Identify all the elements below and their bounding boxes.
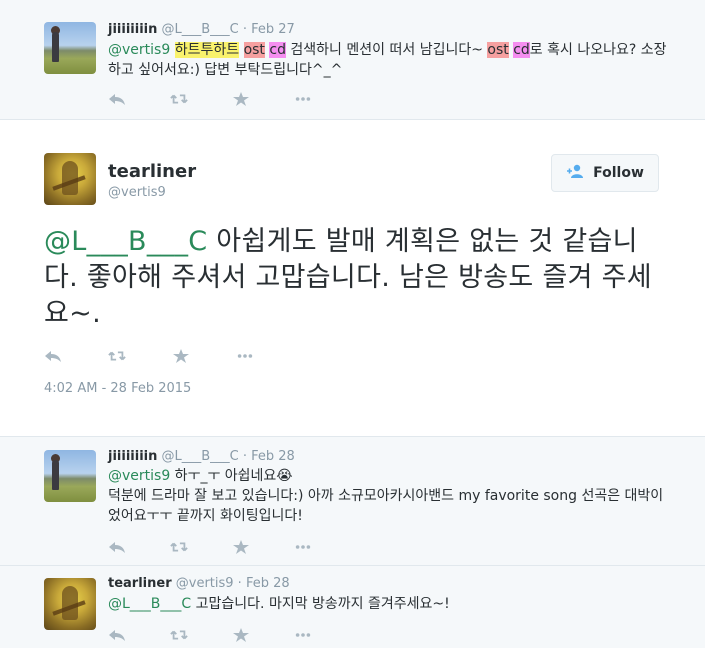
tweet-actions — [108, 90, 356, 108]
more-icon[interactable] — [294, 538, 356, 556]
tweet-timestamp[interactable]: 4:02 AM - 28 Feb 2015 — [44, 381, 191, 396]
add-user-icon — [566, 164, 586, 182]
highlight: ost — [487, 42, 509, 58]
main-tweet-text: @L___B___C 아쉽게도 발매 계획은 없는 것 같습니다. 좋아해 주셔… — [44, 224, 664, 332]
highlight: cd — [513, 42, 530, 58]
text-segment: 덕분에 드라마 잘 보고 있습니다:) 아까 소규모아카시아밴드 my favo… — [108, 488, 664, 524]
tweet-actions — [44, 347, 300, 365]
tweet-meta: @L___B___C · Feb 27 — [161, 22, 295, 37]
avatar[interactable] — [44, 153, 96, 205]
reply-tweet-2[interactable]: jiiiiiiiin @L___B___C · Feb 28 @vertis9 … — [0, 436, 705, 566]
more-icon[interactable] — [294, 626, 356, 644]
tweet-text: @vertis9 하트투하트 ost cd 검색하니 멘션이 떠서 남깁니다~ … — [108, 40, 668, 80]
reply-icon[interactable] — [44, 347, 108, 365]
reply-tweet-1[interactable]: jiiiiiiiin @L___B___C · Feb 27 @vertis9 … — [0, 0, 705, 120]
avatar[interactable] — [44, 450, 96, 502]
reply-icon[interactable] — [108, 90, 170, 108]
user-name[interactable]: jiiiiiiiin — [108, 449, 157, 464]
more-icon[interactable] — [294, 90, 356, 108]
user-handle[interactable]: @vertis9 — [108, 185, 166, 200]
reply-icon[interactable] — [108, 538, 170, 556]
follow-button[interactable]: Follow — [551, 154, 659, 192]
tweet-header: jiiiiiiiin @L___B___C · Feb 28 — [108, 449, 295, 464]
retweet-icon[interactable] — [170, 90, 232, 108]
retweet-icon[interactable] — [108, 347, 172, 365]
retweet-icon[interactable] — [170, 626, 232, 644]
more-icon[interactable] — [236, 347, 300, 365]
star-icon[interactable] — [232, 626, 294, 644]
star-icon[interactable] — [172, 347, 236, 365]
text-segment: 고맙습니다. 마지막 방송까지 즐겨주세요~! — [191, 596, 450, 612]
mention-link[interactable]: @vertis9 — [108, 468, 170, 484]
reply-tweet-3[interactable]: tearliner @vertis9 · Feb 28 @L___B___C 고… — [0, 566, 705, 648]
star-icon[interactable] — [232, 90, 294, 108]
highlight: ost — [243, 42, 265, 58]
highlight: 하트 — [213, 42, 240, 58]
star-icon[interactable] — [232, 538, 294, 556]
text-segment: 검색하니 멘션이 떠서 남깁니다~ — [285, 42, 488, 58]
mention-link[interactable]: @vertis9 — [108, 42, 170, 58]
user-name[interactable]: tearliner — [108, 576, 172, 591]
highlight: 하트 — [174, 42, 201, 58]
user-name[interactable]: tearliner — [108, 161, 196, 182]
avatar[interactable] — [44, 22, 96, 74]
tweet-text: @vertis9 하ㅜ_ㅜ 아쉽네요😭 덕분에 드라마 잘 보고 있습니다:) 아… — [108, 466, 668, 526]
tweet-header: tearliner @vertis9 · Feb 28 — [108, 576, 290, 591]
text-segment: 하ㅜ_ㅜ 아쉽네요😭 — [170, 468, 293, 484]
mention-link[interactable]: @L___B___C — [108, 596, 191, 612]
reply-icon[interactable] — [108, 626, 170, 644]
mention-link[interactable]: @L___B___C — [44, 226, 207, 257]
follow-label: Follow — [593, 165, 644, 181]
tweet-header: jiiiiiiiin @L___B___C · Feb 27 — [108, 22, 295, 37]
tweet-actions — [108, 538, 356, 556]
tweet-text: @L___B___C 고맙습니다. 마지막 방송까지 즐겨주세요~! — [108, 594, 668, 614]
user-name[interactable]: jiiiiiiiin — [108, 22, 157, 37]
avatar[interactable] — [44, 578, 96, 630]
highlight: cd — [269, 42, 286, 58]
retweet-icon[interactable] — [170, 538, 232, 556]
tweet-actions — [108, 626, 356, 644]
tweet-meta: @L___B___C · Feb 28 — [161, 449, 295, 464]
tweet-meta: @vertis9 · Feb 28 — [175, 576, 290, 591]
highlight: 투 — [200, 42, 214, 58]
